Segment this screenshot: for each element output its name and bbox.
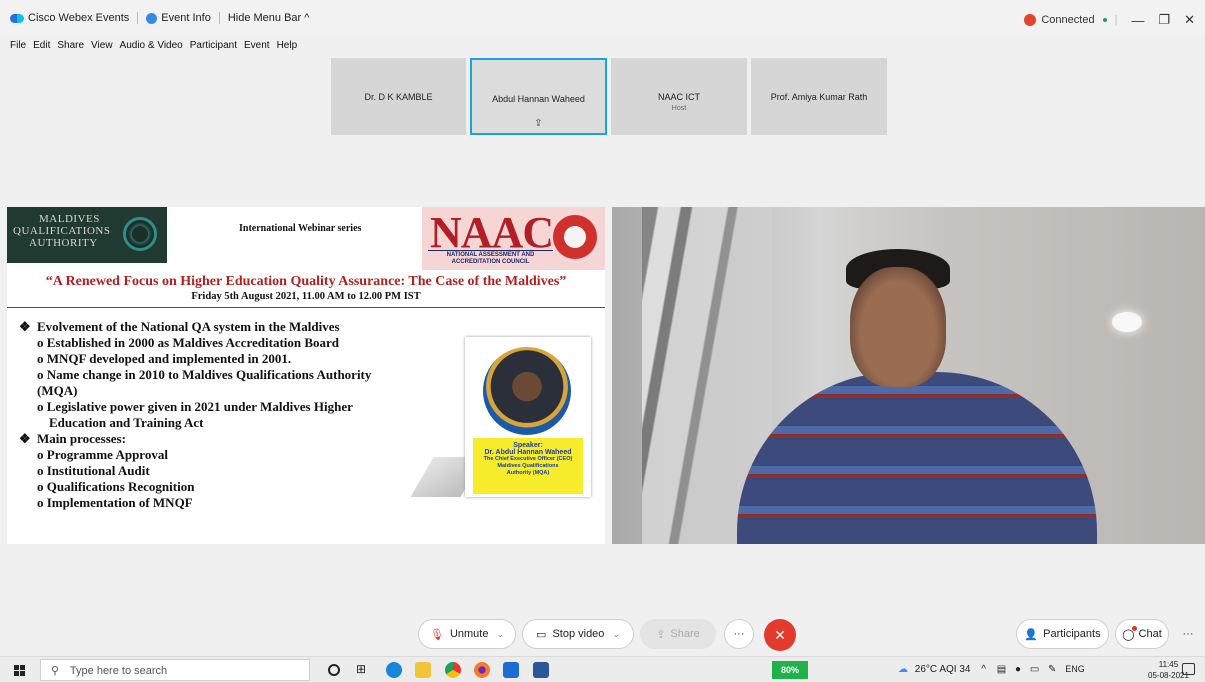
leave-meeting-button[interactable]: ✕ (764, 619, 796, 651)
speaker-photo (483, 347, 571, 435)
hide-menu-bar-button[interactable]: Hide Menu Bar ^ (228, 12, 310, 24)
meeting-controls: 🎙 Unmute ⌄ ▭ Stop video ⌄ ⇪ Share ··· ✕ … (0, 615, 1205, 655)
event-info-icon (146, 12, 158, 24)
microphone-muted-icon: 🎙 (429, 628, 444, 641)
menu-participant[interactable]: Participant (190, 40, 237, 51)
naac-logo: NAAC NATIONAL ASSESSMENT AND ACCREDITATI… (422, 207, 605, 270)
menu-edit[interactable]: Edit (33, 40, 50, 51)
participants-button[interactable]: 👤 Participants (1016, 619, 1109, 649)
stop-video-button[interactable]: ▭ Stop video ⌄ (522, 619, 634, 649)
participant-name: NAAC ICT (657, 92, 700, 102)
weather-status[interactable]: 26°C AQI 34 (915, 664, 971, 675)
connection-dot-icon (1102, 18, 1107, 22)
app-name: Cisco Webex Events (28, 12, 130, 24)
more-options-button[interactable]: ··· (724, 619, 754, 649)
connection-status-icon (1024, 14, 1037, 26)
battery-indicator[interactable]: 80% (772, 661, 808, 679)
file-explorer-icon[interactable] (415, 662, 431, 678)
participant-role: Host (671, 105, 687, 112)
share-button[interactable]: ⇪ Share (640, 619, 716, 649)
word-icon[interactable] (533, 662, 549, 678)
slide-title: “A Renewed Focus on Higher Education Qua… (45, 274, 567, 289)
webex-logo-icon (10, 13, 24, 23)
participant-name: Abdul Hannan Waheed (492, 94, 585, 104)
chat-icon: ◯ (1122, 625, 1137, 641)
menu-view[interactable]: View (91, 40, 113, 51)
connection-status[interactable]: Connected (1041, 14, 1094, 26)
chrome-icon[interactable] (445, 662, 461, 678)
naac-emblem-icon (550, 211, 600, 263)
active-speaker-video (612, 207, 1205, 544)
slide-bullets: ❖ Evolvement of the National QA system in… (19, 319, 372, 510)
menu-file[interactable]: File (10, 40, 26, 51)
participant-tile-active[interactable]: Abdul Hannan Waheed ⇪ (470, 58, 607, 135)
webinar-series-label: International Webinar series (239, 223, 362, 234)
participant-tile[interactable]: NAAC ICT Host (611, 58, 747, 135)
unmute-button[interactable]: 🎙 Unmute ⌄ (418, 619, 516, 649)
menu-help[interactable]: Help (277, 40, 298, 51)
share-icon: ⇪ (656, 628, 666, 641)
minimize-button[interactable]: — (1131, 13, 1144, 28)
title-bar: Cisco Webex Events Event Info Hide Menu … (0, 0, 1205, 36)
more-panels-button[interactable]: ··· (1173, 619, 1203, 649)
menu-bar: File Edit Share View Audio & Video Parti… (10, 40, 304, 51)
windows-taskbar: ⚲ Type here to search ⊞ 80% ☁ 26°C AQI 3… (0, 656, 1205, 682)
video-camera-icon: ▭ (536, 628, 547, 641)
restore-button[interactable]: ❐ (1158, 12, 1170, 28)
notification-icon[interactable] (1182, 663, 1195, 675)
weather-icon: ☁ (898, 664, 908, 675)
microphone-icon[interactable]: ● (1015, 664, 1021, 675)
menu-share[interactable]: Share (57, 40, 84, 51)
taskbar-search-input[interactable]: ⚲ Type here to search (40, 659, 310, 681)
chevron-up-icon[interactable]: ^ (981, 664, 986, 675)
menu-event[interactable]: Event (244, 40, 270, 51)
event-info-button[interactable]: Event Info (161, 12, 211, 24)
sharing-icon: ⇪ (534, 118, 543, 129)
speaker-card: Speaker: Dr. Abdul Hannan Waheed The Chi… (465, 337, 591, 497)
chevron-down-icon: ⌄ (496, 628, 505, 639)
close-icon: ✕ (774, 626, 786, 643)
task-view-icon[interactable]: ⊞ (356, 662, 372, 678)
participant-tile[interactable]: Dr. D K KAMBLE (331, 58, 466, 135)
system-tray: ☁ 26°C AQI 34 ^ ▤ ● ▭ ✎ ENG (898, 664, 1085, 675)
windows-start-icon[interactable] (14, 665, 25, 676)
menu-audio-video[interactable]: Audio & Video (120, 40, 183, 51)
diamond-bullet-icon: ❖ (19, 431, 31, 446)
mqa-seal-icon (123, 217, 157, 251)
slide-date: Friday 5th August 2021, 11.00 AM to 12.0… (191, 291, 421, 302)
participant-name: Prof. Amiya Kumar Rath (770, 92, 868, 102)
mqa-logo: MALDIVES QUALIFICATIONS AUTHORITY (7, 207, 167, 263)
participant-name: Dr. D K KAMBLE (364, 92, 433, 102)
close-button[interactable]: ✕ (1184, 12, 1195, 28)
firefox-icon[interactable] (474, 662, 490, 678)
cortana-icon[interactable] (328, 664, 340, 676)
diamond-bullet-icon: ❖ (19, 319, 31, 334)
webex-app-icon[interactable] (503, 662, 519, 678)
chat-button[interactable]: ◯ Chat (1115, 619, 1169, 649)
chevron-down-icon: ⌄ (612, 628, 620, 639)
edge-browser-icon[interactable] (386, 662, 402, 678)
language-indicator[interactable]: ENG (1065, 664, 1085, 674)
network-icon[interactable]: ▤ (997, 664, 1006, 675)
participant-tile[interactable]: Prof. Amiya Kumar Rath (751, 58, 887, 135)
pen-icon[interactable]: ✎ (1048, 664, 1056, 675)
search-icon: ⚲ (51, 665, 60, 677)
participants-icon: 👤 (1024, 628, 1039, 641)
shared-slide: MALDIVES QUALIFICATIONS AUTHORITY Intern… (7, 207, 605, 544)
battery-icon[interactable]: ▭ (1030, 664, 1039, 675)
webex-window: Cisco Webex Events Event Info Hide Menu … (0, 0, 1205, 682)
